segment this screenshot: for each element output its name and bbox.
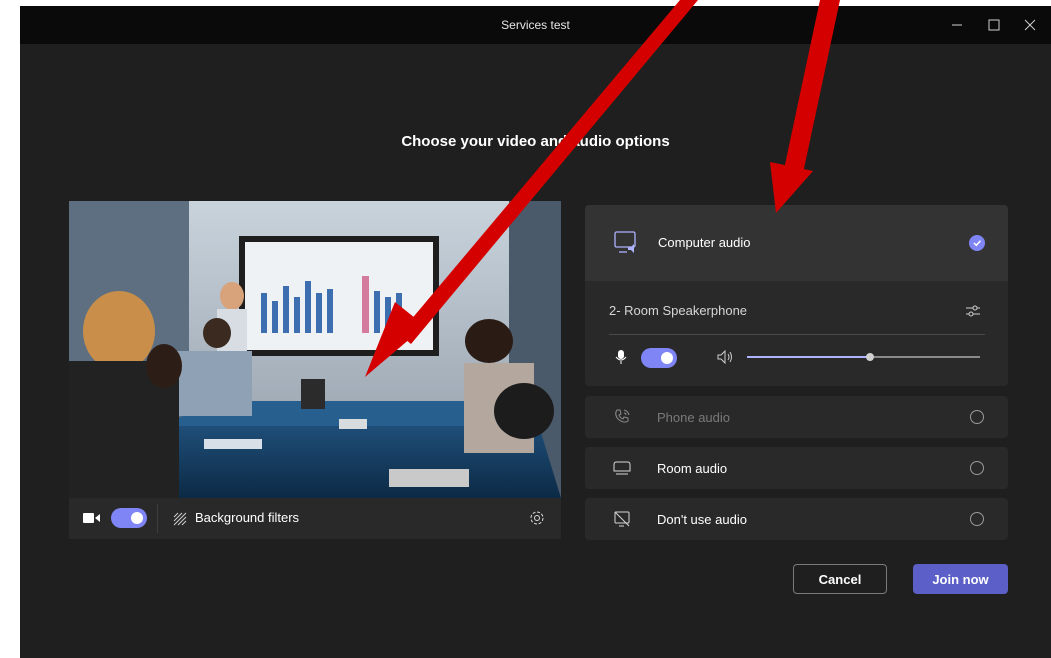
computer-audio-icon: [614, 231, 636, 253]
speaker-volume-icon: [717, 350, 732, 364]
microphone-icon: [615, 350, 627, 364]
cancel-button[interactable]: Cancel: [793, 564, 887, 594]
camera-icon: [83, 513, 100, 523]
join-now-button[interactable]: Join now: [913, 564, 1008, 594]
room-audio-label: Room audio: [657, 461, 728, 476]
minimize-button[interactable]: [942, 12, 972, 38]
background-filters-icon: [173, 512, 187, 526]
volume-slider[interactable]: [747, 350, 980, 364]
minimize-icon: [952, 24, 962, 26]
room-device-icon: [613, 461, 631, 475]
computer-audio-label: Computer audio: [658, 235, 751, 250]
app-window: Services test Choose your video and audi…: [20, 6, 1051, 658]
phone-audio-radio[interactable]: [970, 410, 984, 424]
device-settings-icon[interactable]: [965, 303, 981, 319]
video-preview: [69, 201, 561, 498]
room-audio-radio[interactable]: [970, 461, 984, 475]
microphone-toggle[interactable]: [641, 348, 677, 368]
close-icon: [1024, 19, 1036, 31]
phone-audio-label: Phone audio: [657, 410, 731, 425]
video-controls-bar: Background filters: [69, 498, 561, 539]
maximize-icon: [988, 19, 1000, 31]
phone-audio-option[interactable]: Phone audio: [585, 396, 1008, 438]
close-button[interactable]: [1015, 12, 1045, 38]
computer-audio-panel: Computer audio 2- Room Speakerphone: [585, 205, 1008, 386]
no-audio-option[interactable]: Don't use audio: [585, 498, 1008, 540]
phone-icon: [615, 409, 630, 423]
computer-audio-option[interactable]: Computer audio: [585, 205, 1008, 281]
gear-icon[interactable]: [529, 510, 545, 526]
window-title: Services test: [501, 18, 570, 32]
no-audio-label: Don't use audio: [657, 512, 747, 527]
page-heading: Choose your video and audio options: [401, 133, 670, 150]
selected-check-icon: [969, 235, 985, 251]
no-audio-icon: [614, 511, 630, 527]
meeting-room-image: [69, 201, 561, 498]
speaker-device-select[interactable]: 2- Room Speakerphone: [609, 303, 747, 318]
background-filters-button[interactable]: Background filters: [195, 510, 299, 525]
room-audio-option[interactable]: Room audio: [585, 447, 1008, 489]
maximize-button[interactable]: [979, 12, 1009, 38]
volume-slider-thumb[interactable]: [866, 353, 874, 361]
camera-toggle[interactable]: [111, 508, 147, 528]
no-audio-radio[interactable]: [970, 512, 984, 526]
title-bar: Services test: [20, 6, 1051, 44]
